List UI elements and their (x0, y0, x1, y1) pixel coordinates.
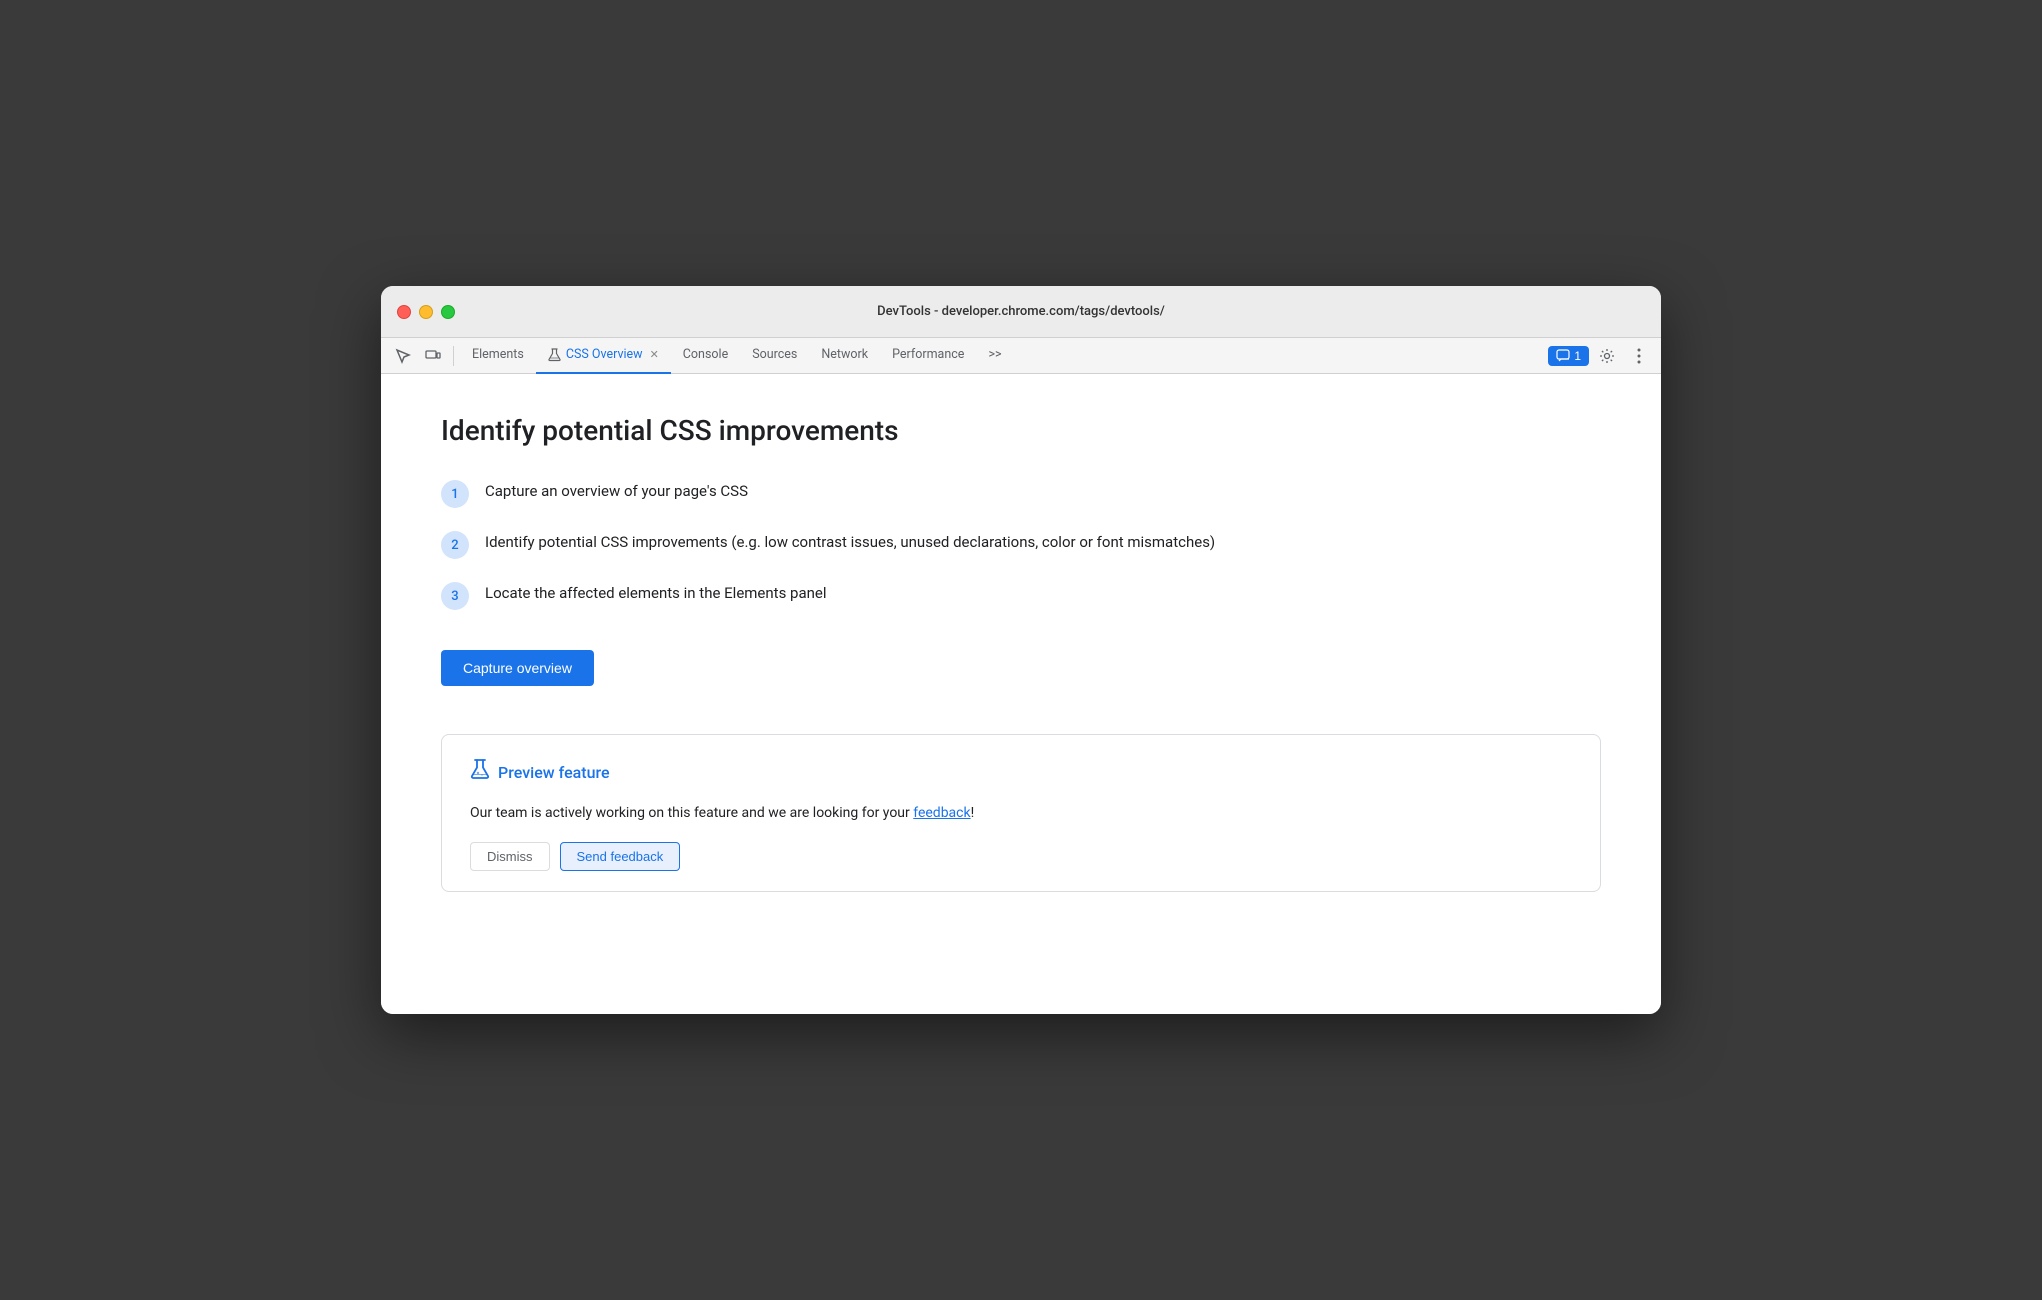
devtools-content: Identify potential CSS improvements 1 Ca… (381, 374, 1661, 1014)
tab-performance[interactable]: Performance (880, 338, 976, 374)
capture-overview-button[interactable]: Capture overview (441, 650, 594, 686)
maximize-button[interactable] (441, 305, 455, 319)
page-title: Identify potential CSS improvements (441, 414, 1601, 447)
steps-list: 1 Capture an overview of your page's CSS… (441, 479, 1601, 610)
tab-more[interactable]: >> (976, 338, 1013, 374)
step-text-3: Locate the affected elements in the Elem… (485, 581, 827, 605)
dismiss-button[interactable]: Dismiss (470, 842, 550, 871)
tab-list: Elements CSS Overview ✕ Console Sources … (460, 338, 1546, 374)
preview-header: Preview feature (470, 759, 1572, 786)
titlebar: DevTools - developer.chrome.com/tags/dev… (381, 286, 1661, 338)
send-feedback-button[interactable]: Send feedback (560, 842, 681, 871)
inspect-element-button[interactable] (389, 342, 417, 370)
minimize-button[interactable] (419, 305, 433, 319)
step-text-1: Capture an overview of your page's CSS (485, 479, 748, 503)
flask-icon (470, 759, 490, 786)
step-number-2: 2 (441, 531, 469, 559)
step-text-2: Identify potential CSS improvements (e.g… (485, 530, 1215, 554)
browser-window: DevTools - developer.chrome.com/tags/dev… (381, 286, 1661, 1014)
traffic-lights (397, 305, 455, 319)
preview-feature-box: Preview feature Our team is actively wor… (441, 734, 1601, 892)
preview-body-start: Our team is actively working on this fea… (470, 805, 913, 821)
tab-console[interactable]: Console (671, 338, 740, 374)
tab-close-css-overview[interactable]: ✕ (650, 348, 659, 361)
tab-css-overview[interactable]: CSS Overview ✕ (536, 338, 671, 374)
devtools-toolbar: Elements CSS Overview ✕ Console Sources … (381, 338, 1661, 374)
toolbar-right: 1 (1548, 342, 1653, 370)
preview-feature-title: Preview feature (498, 763, 610, 782)
toolbar-divider (453, 346, 454, 366)
preview-buttons: Dismiss Send feedback (470, 842, 1572, 871)
tab-sources[interactable]: Sources (740, 338, 809, 374)
list-item: 3 Locate the affected elements in the El… (441, 581, 1601, 610)
step-number-3: 3 (441, 582, 469, 610)
preview-feature-text: Our team is actively working on this fea… (470, 802, 1572, 824)
tab-network[interactable]: Network (809, 338, 880, 374)
badge-count: 1 (1574, 349, 1581, 363)
step-number-1: 1 (441, 480, 469, 508)
preview-body-end: ! (971, 805, 975, 821)
close-button[interactable] (397, 305, 411, 319)
tab-elements[interactable]: Elements (460, 338, 536, 374)
device-toggle-button[interactable] (419, 342, 447, 370)
page-url: DevTools - developer.chrome.com/tags/dev… (877, 304, 1165, 319)
list-item: 1 Capture an overview of your page's CSS (441, 479, 1601, 508)
more-options-button[interactable] (1625, 342, 1653, 370)
list-item: 2 Identify potential CSS improvements (e… (441, 530, 1601, 559)
chat-badge-button[interactable]: 1 (1548, 346, 1589, 366)
settings-button[interactable] (1593, 342, 1621, 370)
feedback-link[interactable]: feedback (913, 805, 970, 821)
